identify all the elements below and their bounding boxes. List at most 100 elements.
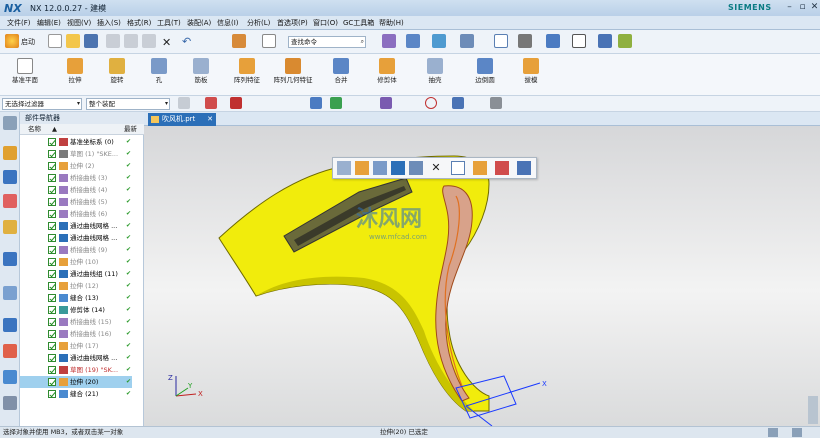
undo-icon[interactable]: ↶: [182, 35, 191, 48]
visibility-checkbox[interactable]: [48, 390, 56, 398]
menu-tools[interactable]: 工具(T): [154, 17, 184, 29]
menu-window[interactable]: 窗口(O): [310, 17, 341, 29]
trim-body-button[interactable]: 修剪体: [366, 54, 408, 96]
open-folder-icon[interactable]: [66, 34, 80, 48]
navigator-row[interactable]: 桥接曲线 (6): [20, 208, 132, 220]
show-icon[interactable]: [406, 34, 420, 48]
navigator-row[interactable]: 缝合 (21): [20, 388, 132, 400]
suppress-icon[interactable]: [373, 161, 387, 175]
start-icon[interactable]: [5, 34, 19, 48]
status-icon-1[interactable]: [768, 428, 778, 437]
visibility-checkbox[interactable]: [48, 330, 56, 338]
curve-icon[interactable]: [330, 97, 342, 109]
delete-icon[interactable]: ✕: [162, 36, 171, 49]
start-button[interactable]: 启动: [21, 37, 35, 47]
navigator-row[interactable]: 桥接曲线 (15): [20, 316, 132, 328]
visibility-checkbox[interactable]: [48, 186, 56, 194]
navigator-row[interactable]: 桥接曲线 (4): [20, 184, 132, 196]
show-parents-icon[interactable]: [409, 161, 423, 175]
visibility-checkbox[interactable]: [48, 342, 56, 350]
color-box-icon[interactable]: [262, 34, 276, 48]
menu-insert[interactable]: 插入(S): [94, 17, 124, 29]
navigator-row[interactable]: 草图 (1) "SKE...: [20, 148, 132, 160]
status-icon-2[interactable]: [792, 428, 802, 437]
snap-icon[interactable]: [382, 34, 396, 48]
copy-icon[interactable]: [124, 34, 138, 48]
draft-button[interactable]: 拔模: [510, 54, 552, 96]
make-current-feature-icon[interactable]: [391, 161, 405, 175]
visibility-checkbox[interactable]: [48, 354, 56, 362]
cut-icon[interactable]: [106, 34, 120, 48]
column-name[interactable]: 名称: [28, 124, 41, 135]
extrude-button[interactable]: 拉伸: [54, 54, 96, 96]
menu-format[interactable]: 格式(R): [124, 17, 154, 29]
visibility-checkbox[interactable]: [48, 366, 56, 374]
rib-button[interactable]: 筋板: [180, 54, 222, 96]
visibility-checkbox[interactable]: [48, 222, 56, 230]
visibility-checkbox[interactable]: [48, 282, 56, 290]
command-finder-input[interactable]: 查找命令 ⌕: [288, 36, 366, 48]
navigator-row[interactable]: 修剪体 (14): [20, 304, 132, 316]
menu-edit[interactable]: 编辑(E): [34, 17, 64, 29]
fit-icon[interactable]: [494, 34, 508, 48]
visibility-checkbox[interactable]: [48, 294, 56, 302]
visibility-checkbox[interactable]: [48, 378, 56, 386]
intersection-icon[interactable]: [452, 97, 464, 109]
minimize-icon[interactable]: –: [784, 2, 795, 13]
menu-analysis[interactable]: 分析(L): [244, 17, 273, 29]
visibility-checkbox[interactable]: [48, 246, 56, 254]
navigator-row[interactable]: 基准坐标系 (0): [20, 136, 132, 148]
navigator-row[interactable]: 通过曲线网格 ...: [20, 220, 132, 232]
snap-point-icon[interactable]: [230, 97, 242, 109]
visibility-checkbox[interactable]: [48, 234, 56, 242]
navigator-row[interactable]: 通过曲线网格 ...: [20, 232, 132, 244]
clock-icon[interactable]: [3, 318, 17, 332]
scope-filter-select[interactable]: 整个装配 ▾: [86, 98, 170, 110]
delete-icon[interactable]: ✕: [429, 161, 443, 175]
misc-snap-icon[interactable]: [490, 97, 502, 109]
navigator-row[interactable]: 桥接曲线 (3): [20, 172, 132, 184]
render-style-icon[interactable]: [518, 34, 532, 48]
tab-part-file[interactable]: 吹风机.prt ✕: [148, 113, 216, 126]
menu-view[interactable]: 视图(V): [64, 17, 94, 29]
revolve-button[interactable]: 旋转: [96, 54, 138, 96]
part-navigator-icon[interactable]: [3, 194, 17, 208]
navigator-row[interactable]: 拉伸 (2): [20, 160, 132, 172]
menu-info[interactable]: 信息(I): [214, 17, 242, 29]
palette-icon[interactable]: [3, 344, 17, 358]
history-icon[interactable]: [3, 286, 17, 300]
section-icon[interactable]: [598, 34, 612, 48]
restore-icon[interactable]: ▫: [797, 2, 808, 13]
wcs-icon[interactable]: [432, 34, 446, 48]
navigator-row[interactable]: 拉伸 (17): [20, 340, 132, 352]
reuse-library-icon[interactable]: [3, 220, 17, 234]
filter-icon[interactable]: [178, 97, 190, 109]
shell-button[interactable]: 抽壳: [414, 54, 456, 96]
select-all-icon[interactable]: [205, 97, 217, 109]
background-icon[interactable]: [572, 34, 586, 48]
navigator-row[interactable]: 桥接曲线 (16): [20, 328, 132, 340]
close-icon[interactable]: ✕: [809, 2, 820, 13]
gear-icon[interactable]: [3, 116, 17, 130]
navigator-row[interactable]: 通过曲线组 (11): [20, 268, 132, 280]
visibility-checkbox[interactable]: [48, 198, 56, 206]
navigator-row[interactable]: 桥接曲线 (5): [20, 196, 132, 208]
measure-icon[interactable]: [460, 34, 474, 48]
spline-icon[interactable]: [380, 97, 392, 109]
move-feature-icon[interactable]: [473, 161, 487, 175]
visibility-checkbox[interactable]: [48, 162, 56, 170]
view-cube-icon[interactable]: [310, 97, 322, 109]
system-icon[interactable]: [3, 396, 17, 410]
hide-icon[interactable]: [495, 161, 509, 175]
menu-help[interactable]: 帮助(H): [376, 17, 407, 29]
visibility-checkbox[interactable]: [48, 138, 56, 146]
navigator-row[interactable]: 通过曲线网格 ...: [20, 352, 132, 364]
roles-icon[interactable]: [3, 370, 17, 384]
pattern-feature-button[interactable]: 阵列特征: [226, 54, 268, 96]
visibility-checkbox[interactable]: [48, 318, 56, 326]
visibility-checkbox[interactable]: [48, 306, 56, 314]
constraint-navigator-icon[interactable]: [3, 170, 17, 184]
hole-button[interactable]: 孔: [138, 54, 180, 96]
pattern-geometry-button[interactable]: 阵列几何特征: [272, 54, 314, 96]
graphics-window[interactable]: X Z X Y 沐风网 www.mfcad.com ✕: [144, 126, 820, 426]
